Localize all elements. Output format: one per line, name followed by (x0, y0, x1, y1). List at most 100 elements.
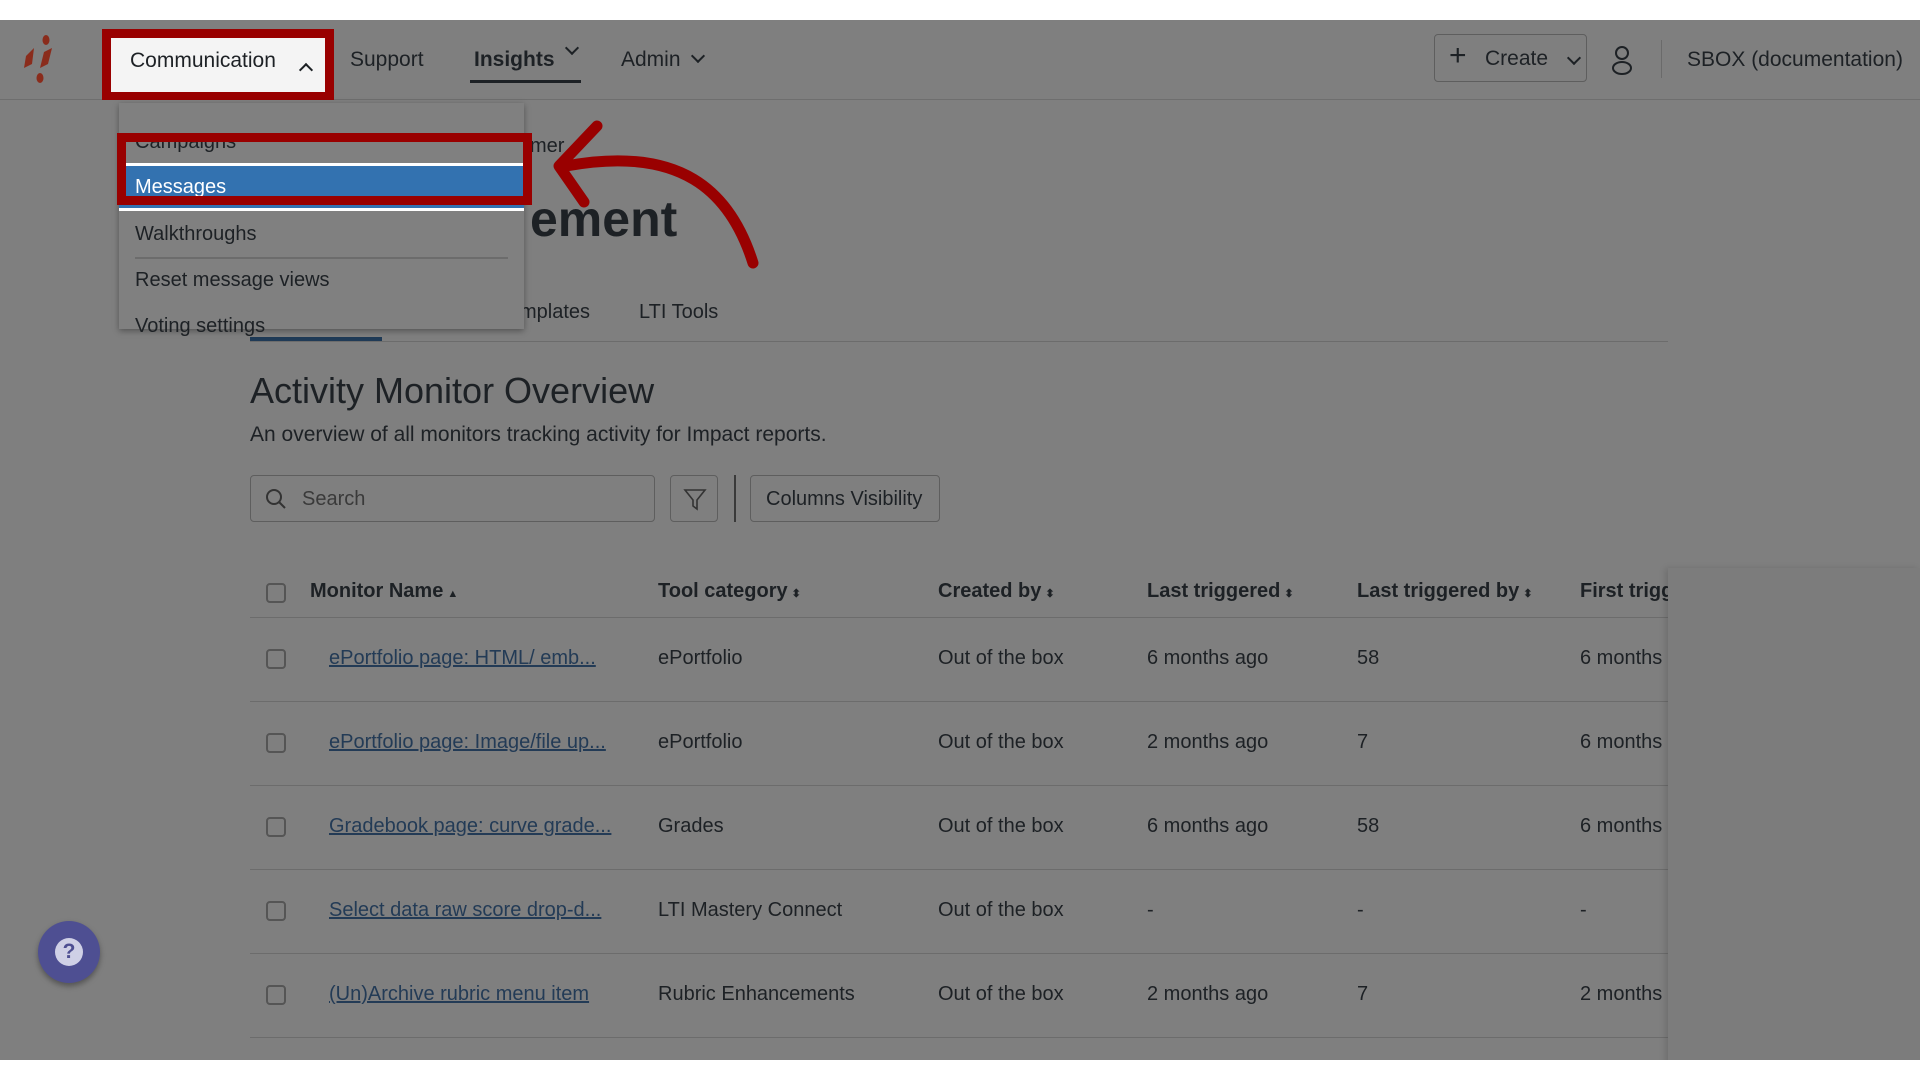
row-divider (250, 1037, 1668, 1038)
col-label: Created by (938, 580, 1042, 602)
table-cell: - (1147, 899, 1154, 921)
row-checkbox[interactable] (266, 817, 286, 837)
table-cell: LTI Mastery Connect (658, 899, 843, 921)
table-cell: 6 months (1580, 815, 1663, 837)
chevron-up-icon (298, 62, 314, 78)
table-cell: Out of the box (938, 647, 1064, 669)
table-cell: 6 months (1580, 731, 1663, 753)
search-icon (266, 489, 286, 509)
col-tool-category[interactable]: Tool category ⬍ (658, 580, 801, 603)
nav-admin-label: Admin (621, 48, 681, 71)
arrow-annotation-icon (553, 120, 759, 269)
search-placeholder: Search (302, 488, 366, 510)
tab-templates[interactable]: mplates (520, 301, 590, 324)
col-monitor-name[interactable]: Monitor Name ▲ (310, 580, 458, 603)
section-subtitle: An overview of all monitors tracking act… (250, 423, 827, 446)
section-title: Activity Monitor Overview (250, 370, 655, 411)
monitor-name-link[interactable]: ePortfolio page: HTML/ emb... (329, 647, 596, 670)
chevron-down-icon (690, 48, 705, 64)
create-label: Create (1485, 47, 1549, 70)
row-divider (250, 785, 1668, 786)
plus-icon: + (1449, 39, 1467, 72)
search-input[interactable]: Search (250, 475, 655, 522)
table-cell: 58 (1357, 647, 1380, 669)
active-tab-indicator (250, 337, 382, 341)
table-scroll-edge (1668, 568, 1920, 1060)
sort-icon: ⬍ (791, 588, 801, 600)
table-cell: 7 (1357, 983, 1369, 1005)
table-cell: - (1580, 899, 1587, 921)
sort-asc-icon: ▲ (447, 588, 459, 600)
table-cell: Out of the box (938, 815, 1064, 837)
col-last-triggered-by[interactable]: Last triggered by ⬍ (1357, 580, 1532, 603)
row-divider (250, 953, 1668, 954)
row-checkbox[interactable] (266, 985, 286, 1005)
filter-icon (683, 489, 707, 511)
table-cell: 2 months (1580, 983, 1663, 1005)
monitor-name-link[interactable]: Gradebook page: curve grade... (329, 815, 611, 838)
col-label: Monitor Name (310, 580, 444, 602)
col-created-by[interactable]: Created by ⬍ (938, 580, 1055, 603)
col-label: Last triggered by (1357, 580, 1520, 602)
nav-insights-label: Insights (474, 48, 555, 71)
nav-divider (1661, 40, 1662, 78)
nav-communication[interactable]: Communication (111, 38, 325, 92)
user-icon[interactable] (1609, 44, 1635, 76)
nav-insights[interactable]: Insights (470, 40, 581, 83)
columns-visibility-button[interactable]: Columns Visibility (750, 475, 940, 522)
table-cell: 6 months ago (1147, 815, 1269, 837)
table-cell: 6 months (1580, 647, 1663, 669)
table-cell: 6 months ago (1147, 647, 1269, 669)
nav-admin[interactable]: Admin (621, 48, 705, 72)
row-checkbox[interactable] (266, 733, 286, 753)
create-button[interactable]: + Create (1434, 34, 1587, 82)
tabs-divider (250, 341, 1668, 342)
table-cell: 2 months ago (1147, 731, 1269, 753)
table-cell: 2 months ago (1147, 983, 1269, 1005)
row-checkbox[interactable] (266, 649, 286, 669)
tab-lti-tools[interactable]: LTI Tools (639, 301, 718, 324)
header-divider (250, 617, 1668, 618)
monitor-name-link[interactable]: Select data raw score drop-d... (329, 899, 601, 922)
messages-highlight-box (117, 133, 532, 205)
nav-communication-label: Communication (130, 49, 276, 72)
col-label: Tool category (658, 580, 788, 602)
toolbar-divider (734, 475, 736, 522)
col-last-triggered[interactable]: Last triggered ⬍ (1147, 580, 1294, 603)
table-cell: Out of the box (938, 731, 1064, 753)
monitor-name-link[interactable]: ePortfolio page: Image/file up... (329, 731, 606, 754)
menu-item-reset-message-views[interactable]: Reset message views (135, 269, 330, 292)
logo-icon[interactable] (18, 34, 64, 84)
monitor-name-link[interactable]: (Un)Archive rubric menu item (329, 983, 589, 1006)
page-dimmed: Communication Support Insights Admin + C… (0, 20, 1920, 1060)
help-button[interactable]: ? (38, 921, 100, 983)
row-divider (250, 869, 1668, 870)
nav-support[interactable]: Support (350, 48, 424, 72)
menu-item-voting-settings[interactable]: Voting settings (135, 315, 265, 338)
table-cell: ePortfolio (658, 731, 743, 753)
table-cell: Rubric Enhancements (658, 983, 855, 1005)
chevron-down-icon (564, 40, 579, 56)
question-icon: ? (55, 938, 83, 966)
table-cell: ePortfolio (658, 647, 743, 669)
table-cell: Out of the box (938, 983, 1064, 1005)
account-name[interactable]: SBOX (documentation) (1687, 48, 1903, 72)
col-first-triggered[interactable]: First trigg (1580, 580, 1668, 602)
chevron-down-icon (1566, 50, 1582, 66)
row-divider (250, 701, 1668, 702)
table-cell: 58 (1357, 815, 1380, 837)
table-cell: - (1357, 899, 1364, 921)
row-checkbox[interactable] (266, 901, 286, 921)
col-label: Last triggered (1147, 580, 1281, 602)
select-all-checkbox[interactable] (266, 583, 286, 603)
sort-icon: ⬍ (1284, 588, 1294, 600)
table-cell: 7 (1357, 731, 1369, 753)
menu-divider (135, 257, 508, 259)
columns-visibility-label: Columns Visibility (766, 488, 923, 510)
table-cell: Out of the box (938, 899, 1064, 921)
menu-item-walkthroughs[interactable]: Walkthroughs (135, 223, 257, 246)
table-cell: Grades (658, 815, 724, 837)
filter-button[interactable] (670, 475, 718, 522)
top-nav: Communication Support Insights Admin + C… (0, 20, 1920, 100)
sort-icon: ⬍ (1045, 588, 1055, 600)
